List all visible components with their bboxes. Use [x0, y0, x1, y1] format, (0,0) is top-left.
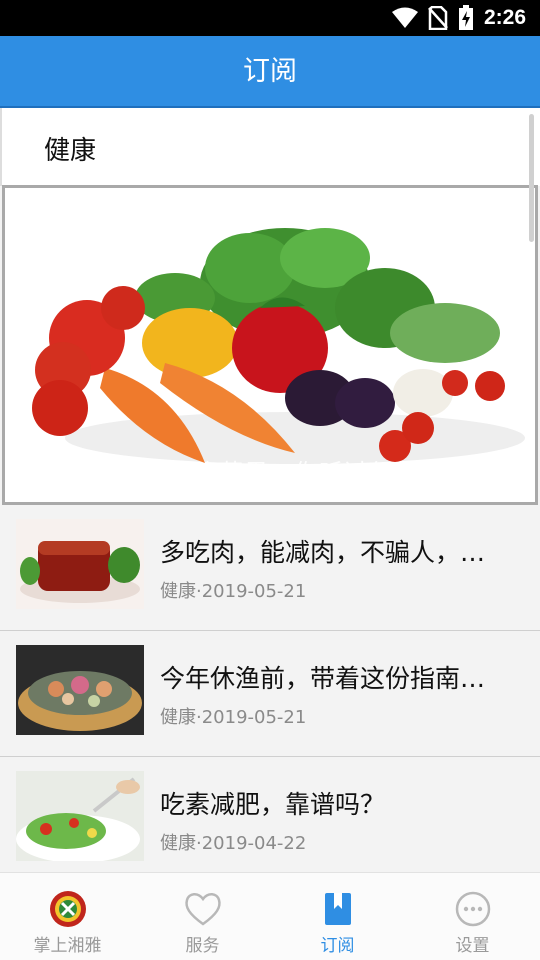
news-meta: 健康·2019-05-21	[160, 707, 307, 728]
xiangya-logo-icon	[49, 891, 86, 927]
scrollbar[interactable]	[529, 114, 534, 242]
news-meta: 健康·2019-05-21	[160, 581, 307, 602]
news-thumbnail	[16, 771, 144, 861]
news-item[interactable]: 吃素减肥，靠谱吗？ 健康·2019-04-22	[0, 757, 540, 872]
status-bar: 2:26	[0, 0, 540, 36]
tab-label: 设置	[455, 936, 490, 956]
news-title: 今年休渔前，带着这份指南…	[160, 664, 486, 693]
news-thumbnail	[16, 519, 144, 609]
no-sim-icon	[428, 6, 448, 30]
seafood-plate-thumbnail	[16, 645, 144, 735]
page-title: 订阅	[243, 56, 297, 87]
news-title: 多吃肉，能减肉，不骗人，…	[160, 538, 486, 567]
more-dots-icon	[455, 891, 490, 927]
status-icons: 2:26	[391, 4, 526, 32]
banner-carousel[interactable]: 季节营养调：多吃蔬果，你听过但…	[2, 185, 538, 505]
salad-thumbnail	[16, 771, 144, 861]
tab-services[interactable]: 服务	[135, 873, 270, 960]
section-title: 健康	[44, 136, 97, 166]
news-thumbnail	[16, 645, 144, 735]
wifi-icon	[391, 7, 418, 28]
news-item[interactable]: 今年休渔前，带着这份指南… 健康·2019-05-21	[0, 631, 540, 757]
tab-label: 订阅	[320, 936, 355, 956]
bookmark-icon	[324, 893, 351, 925]
bottom-tab-bar: 掌上湘雅 服务 订阅 设置	[0, 872, 540, 960]
battery-charging-icon	[458, 5, 473, 30]
tab-label: 服务	[185, 936, 220, 956]
news-meta: 健康·2019-04-22	[160, 833, 307, 854]
content-list[interactable]: 健康 季节营养调：多吃蔬果，你听过但… 多吃肉，能减肉，不骗人，… 健康·201…	[0, 108, 540, 872]
banner-caption: 季节营养调：多吃蔬果，你听过但…	[19, 459, 419, 487]
section-header: 健康	[0, 108, 540, 186]
tab-settings[interactable]: 设置	[405, 873, 540, 960]
heart-icon	[184, 893, 221, 926]
news-item[interactable]: 多吃肉，能减肉，不骗人，… 健康·2019-05-21	[0, 505, 540, 631]
news-title: 吃素减肥，靠谱吗？	[160, 790, 386, 819]
tab-subscriptions[interactable]: 订阅	[270, 873, 405, 960]
status-time: 2:26	[483, 6, 526, 29]
app-header: 订阅	[0, 36, 540, 108]
tab-xiangya[interactable]: 掌上湘雅	[0, 873, 135, 960]
tab-label: 掌上湘雅	[33, 936, 102, 956]
braised-pork-thumbnail	[16, 519, 144, 609]
